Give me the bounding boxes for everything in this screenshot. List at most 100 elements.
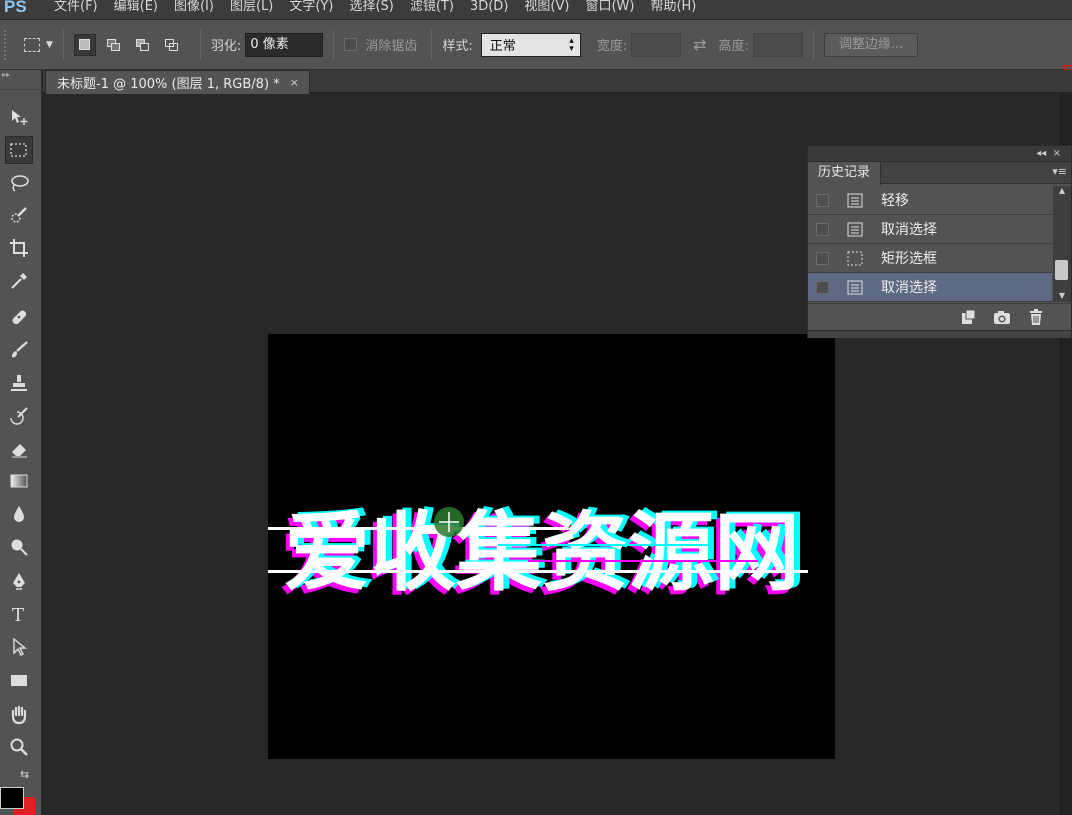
menu-list: 文件(F) 编辑(E) 图像(I) 图层(L) 文字(Y) 选择(S) 滤镜(T… bbox=[46, 0, 704, 17]
feather-label: 羽化: bbox=[210, 39, 242, 54]
close-icon[interactable]: × bbox=[290, 76, 299, 89]
history-panel: ◂◂ × 历史记录 ▾≡ 轻移 取消选择 矩形选框 取消选择 ▲ ▼ bbox=[807, 145, 1072, 338]
document-tab[interactable]: 未标题-1 @ 100% (图层 1, RGB/8) * × bbox=[45, 70, 310, 94]
history-source-checkbox[interactable] bbox=[816, 280, 829, 294]
photoshop-window: PS 文件(F) 编辑(E) 图像(I) 图层(L) 文字(Y) 选择(S) 滤… bbox=[0, 0, 1072, 815]
document-canvas[interactable]: 爱收集资源网 爱收集资源网 爱收集资源网 bbox=[268, 334, 835, 759]
menu-view[interactable]: 视图(V) bbox=[516, 0, 577, 17]
foreground-color-swatch[interactable] bbox=[0, 787, 24, 809]
menu-select[interactable]: 选择(S) bbox=[341, 0, 401, 17]
tool-preset-picker[interactable]: ▼ bbox=[24, 37, 53, 52]
history-brush-tool[interactable] bbox=[5, 402, 33, 430]
history-list: 轻移 取消选择 矩形选框 取消选择 bbox=[808, 186, 1052, 302]
lasso-tool[interactable] bbox=[5, 169, 33, 197]
history-source-checkbox[interactable] bbox=[816, 222, 829, 236]
clone-stamp-tool[interactable] bbox=[5, 369, 33, 397]
add-selection-button[interactable] bbox=[103, 34, 125, 56]
history-footer bbox=[808, 303, 1071, 329]
new-selection-button[interactable] bbox=[73, 33, 96, 56]
menu-help[interactable]: 帮助(H) bbox=[642, 0, 704, 17]
quick-select-tool[interactable] bbox=[5, 201, 33, 229]
menu-3d[interactable]: 3D(D) bbox=[462, 0, 516, 17]
type-icon: T bbox=[12, 605, 24, 624]
new-selection-icon bbox=[79, 39, 91, 50]
rectangle-tool[interactable] bbox=[5, 666, 33, 694]
chevron-down-icon: ▼ bbox=[46, 39, 53, 50]
path-selection-tool[interactable] bbox=[5, 633, 33, 661]
history-item[interactable]: 矩形选框 bbox=[808, 244, 1052, 273]
zoom-icon bbox=[10, 738, 28, 756]
panel-resize-grip[interactable] bbox=[808, 330, 1071, 338]
new-document-from-state-icon[interactable] bbox=[959, 309, 977, 325]
close-icon[interactable]: × bbox=[1053, 148, 1061, 159]
brush-tool[interactable] bbox=[5, 336, 33, 364]
collapse-icon[interactable]: ◂◂ bbox=[1036, 148, 1046, 159]
document-tab-title: 未标题-1 @ 100% (图层 1, RGB/8) * bbox=[57, 77, 280, 92]
add-selection-icon bbox=[106, 38, 121, 51]
scroll-up-icon[interactable]: ▲ bbox=[1053, 186, 1071, 196]
subtract-selection-icon bbox=[135, 38, 150, 51]
zoom-tool[interactable] bbox=[5, 733, 33, 761]
eraser-tool[interactable] bbox=[5, 435, 33, 463]
divider bbox=[812, 29, 814, 60]
history-item[interactable]: 取消选择 bbox=[808, 215, 1052, 244]
history-item-label: 取消选择 bbox=[881, 222, 937, 238]
menu-type[interactable]: 文字(Y) bbox=[281, 0, 341, 17]
scroll-down-icon[interactable]: ▼ bbox=[1053, 291, 1071, 300]
menu-image[interactable]: 图像(I) bbox=[166, 0, 222, 17]
panel-menu-icon[interactable]: ▾≡ bbox=[1052, 165, 1067, 178]
pen-tool[interactable] bbox=[5, 567, 33, 595]
menu-layer[interactable]: 图层(L) bbox=[222, 0, 281, 17]
divider bbox=[333, 29, 335, 60]
move-icon bbox=[12, 110, 28, 125]
tools-panel-collapse[interactable]: ▸▸ bbox=[0, 70, 41, 90]
rectangle-icon bbox=[11, 675, 27, 686]
camera-icon[interactable] bbox=[993, 309, 1011, 325]
tab-history[interactable]: 历史记录 bbox=[808, 162, 882, 185]
document-icon bbox=[847, 193, 863, 208]
type-tool[interactable]: T bbox=[5, 600, 33, 628]
rect-marquee-tool[interactable] bbox=[5, 136, 33, 164]
history-scrollbar[interactable]: ▲ ▼ bbox=[1053, 186, 1071, 302]
lasso-icon bbox=[11, 175, 29, 192]
trash-icon[interactable] bbox=[1027, 308, 1045, 325]
history-scroll-thumb[interactable] bbox=[1055, 260, 1068, 280]
gradient-icon bbox=[10, 474, 28, 488]
antialias-checkbox[interactable] bbox=[344, 38, 358, 51]
style-select[interactable]: 正常 ▴ ▾ bbox=[480, 32, 581, 57]
blur-tool[interactable] bbox=[5, 500, 33, 528]
stamp-icon bbox=[11, 375, 27, 391]
antialias-label: 消除锯齿 bbox=[365, 39, 418, 54]
history-source-checkbox[interactable] bbox=[816, 193, 829, 207]
style-label: 样式: bbox=[442, 39, 473, 54]
crop-tool[interactable] bbox=[5, 234, 33, 262]
history-item[interactable]: 轻移 bbox=[808, 186, 1052, 215]
divider bbox=[62, 29, 64, 60]
menu-window[interactable]: 窗口(W) bbox=[577, 0, 642, 17]
menu-edit[interactable]: 编辑(E) bbox=[106, 0, 166, 17]
options-grip[interactable] bbox=[4, 29, 10, 60]
eraser-icon bbox=[12, 444, 27, 458]
glitch-text-main: 爱收集资源网 bbox=[284, 503, 800, 603]
subtract-selection-button[interactable] bbox=[132, 34, 154, 56]
gradient-tool[interactable] bbox=[5, 467, 33, 495]
intersect-selection-button[interactable] bbox=[161, 34, 183, 56]
hand-tool[interactable] bbox=[5, 701, 33, 729]
divider bbox=[431, 29, 433, 60]
refine-edge-button[interactable]: 调整边缘... bbox=[823, 32, 919, 57]
swap-colors-icon[interactable]: ⇆ bbox=[20, 768, 29, 781]
move-tool[interactable] bbox=[5, 103, 33, 131]
width-input[interactable] bbox=[631, 32, 682, 57]
history-panel-header: ◂◂ × bbox=[808, 146, 1071, 162]
menu-file[interactable]: 文件(F) bbox=[46, 0, 106, 17]
history-item-selected[interactable]: 取消选择 bbox=[808, 273, 1052, 302]
menu-filter[interactable]: 滤镜(T) bbox=[402, 0, 462, 17]
feather-input[interactable]: 0 像素 bbox=[245, 32, 324, 57]
healing-brush-tool[interactable] bbox=[5, 303, 33, 331]
height-input[interactable] bbox=[752, 32, 803, 57]
quick-select-icon bbox=[11, 207, 27, 223]
swap-width-height-icon[interactable]: ⇄ bbox=[693, 35, 706, 54]
eyedropper-tool[interactable] bbox=[5, 267, 33, 295]
history-source-checkbox[interactable] bbox=[816, 251, 829, 265]
dodge-tool[interactable] bbox=[5, 533, 33, 561]
